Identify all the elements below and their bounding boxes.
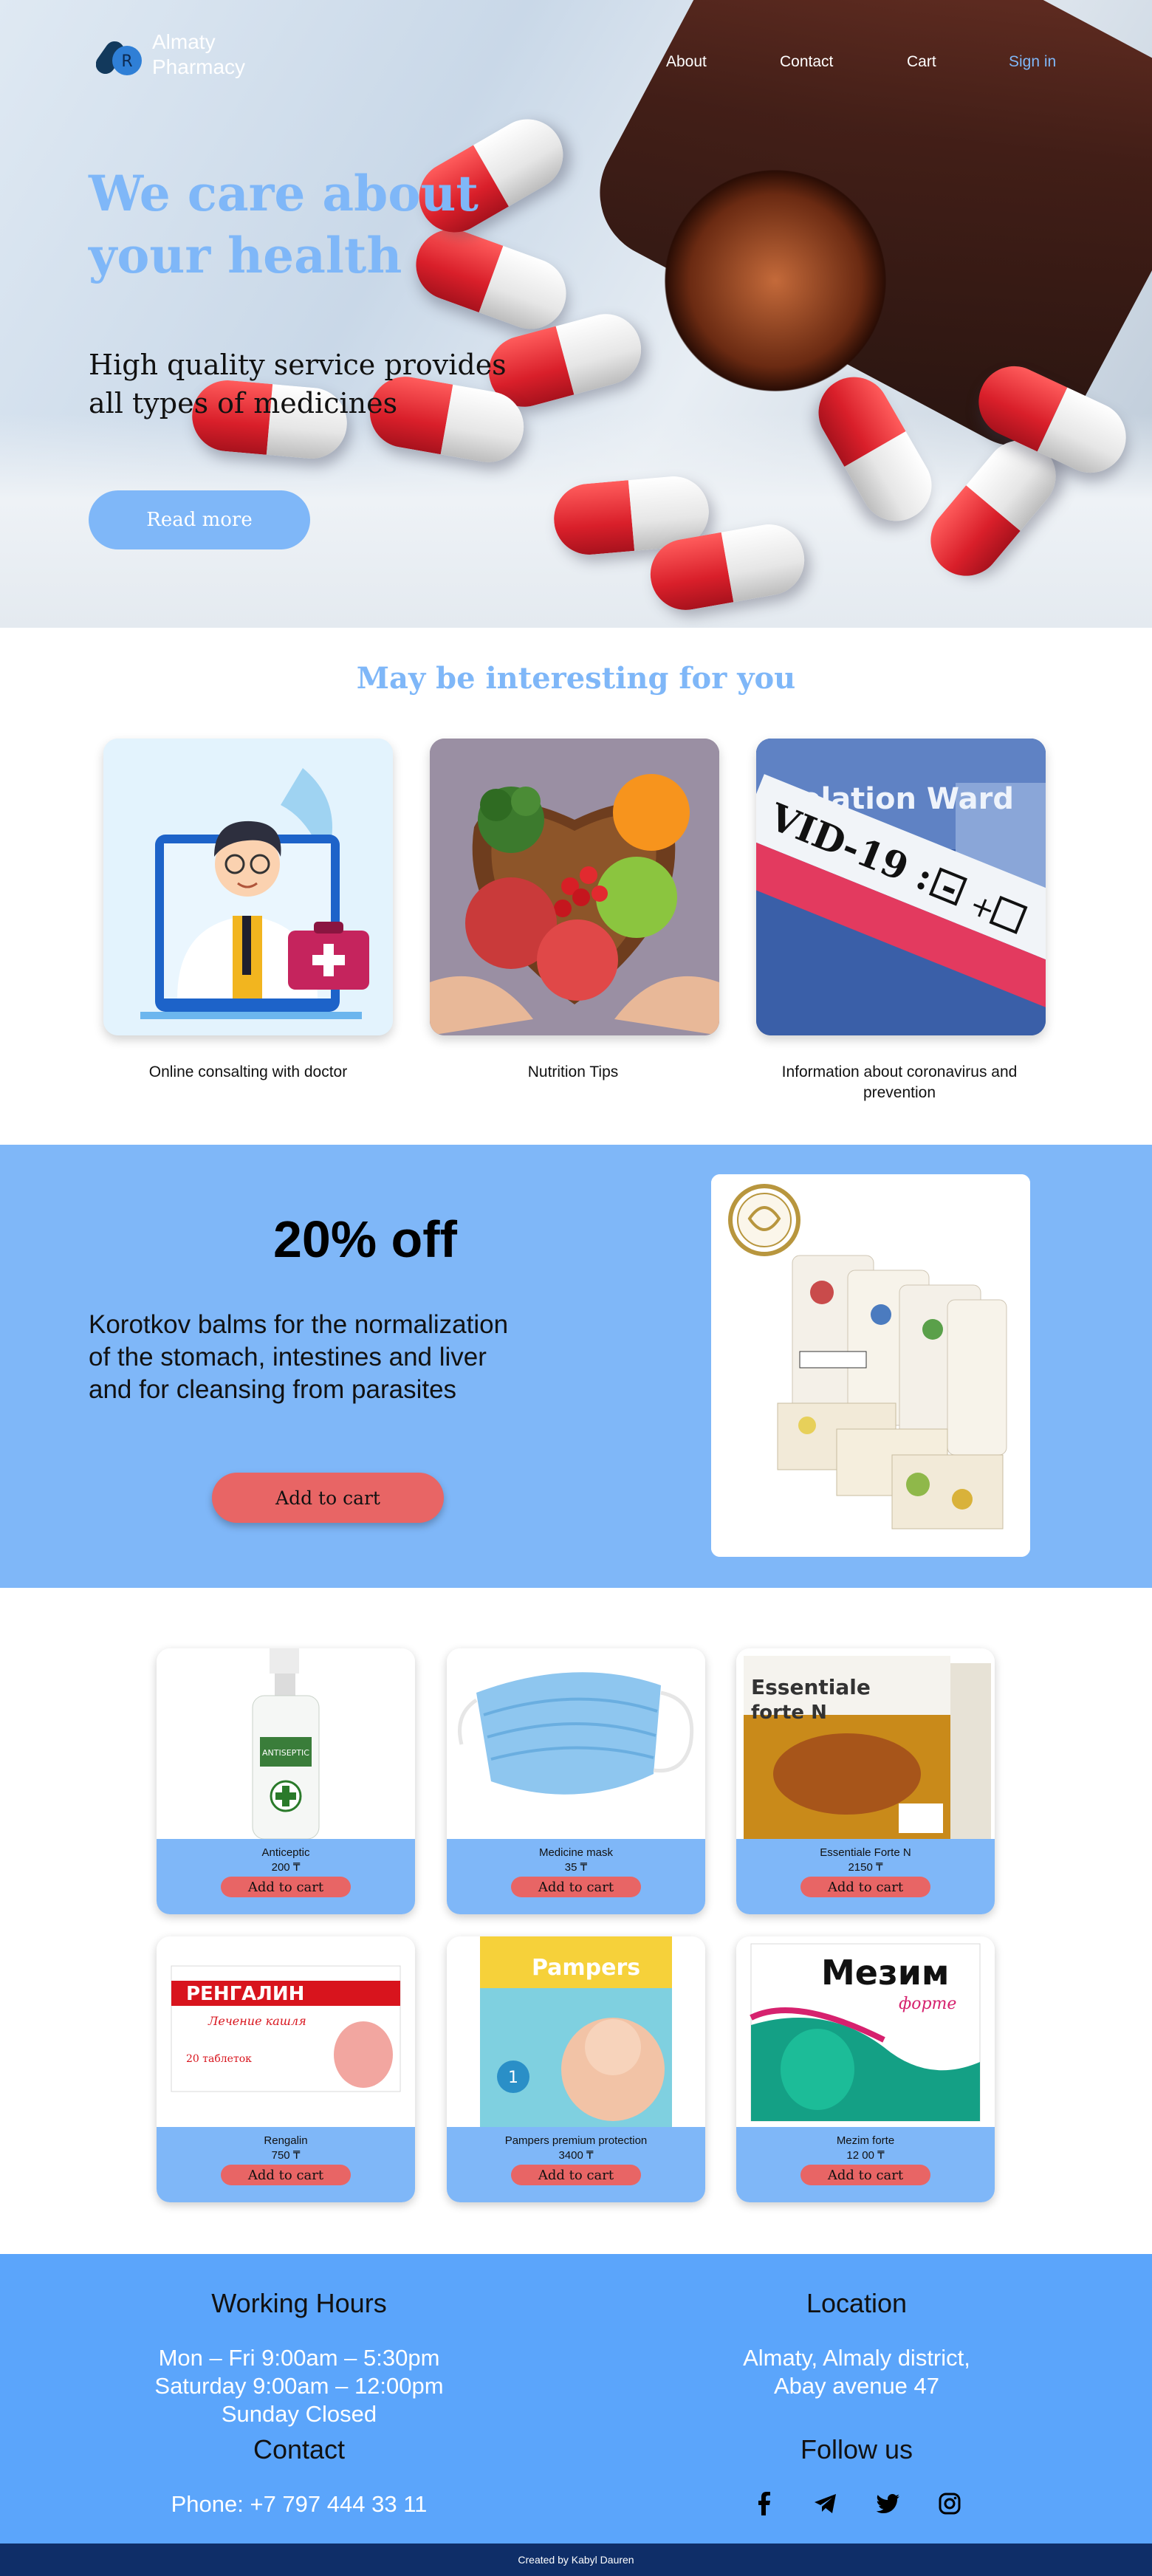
rengalin-count-label: 20 таблеток: [186, 2053, 252, 2065]
brand-name: Almaty Pharmacy: [152, 30, 245, 80]
brand-logo[interactable]: R Almaty Pharmacy: [95, 30, 245, 80]
interesting-card-doctor[interactable]: [103, 739, 393, 1035]
rengalin-brand-label: РЕНГАЛИН: [186, 1983, 304, 2005]
promo-add-to-cart-button[interactable]: Add to cart: [212, 1473, 444, 1523]
nav-cart-link[interactable]: Cart: [907, 53, 936, 71]
product-info: Anticeptic 200 ₸ Add to cart: [157, 1839, 415, 1914]
doctor-illustration: [103, 739, 393, 1035]
product-info: Rengalin 750 ₸ Add to cart: [157, 2127, 415, 2202]
balm-tubes-image: [711, 1174, 1030, 1557]
nav-signin-link[interactable]: Sign in: [1009, 53, 1056, 71]
promo-product-image: [711, 1174, 1030, 1557]
product-name: Pampers premium protection: [504, 2134, 648, 2147]
working-hours-line: Saturday 9:00am – 12:00pm: [154, 2373, 444, 2399]
product-card-anticeptic: ANTISEPTIC Anticeptic 200 ₸ Add to cart: [157, 1648, 415, 1914]
product-price: 12 00 ₸: [846, 2149, 885, 2162]
interesting-caption-coronavirus: Information about coronavirus and preven…: [781, 1063, 1018, 1101]
instagram-icon[interactable]: [936, 2490, 963, 2517]
essentiale-brand-label: Essentiale: [751, 1675, 871, 1699]
add-to-cart-button[interactable]: Add to cart: [221, 1877, 351, 1897]
working-hours-line: Mon – Fri 9:00am – 5:30pm: [158, 2345, 440, 2371]
svg-text:1: 1: [508, 2069, 518, 2087]
contact-title: Contact: [253, 2434, 346, 2464]
product-image-pampers: Pampers 1: [447, 1936, 705, 2127]
product-name: Anticeptic: [261, 1846, 310, 1859]
contact-phone: Phone: +7 797 444 33 11: [171, 2491, 428, 2517]
product-card-essentiale: Essentiale forte N Essentiale Forte N 21…: [736, 1648, 995, 1914]
product-name: Rengalin: [264, 2134, 308, 2147]
product-price: 35 ₸: [564, 1861, 588, 1874]
fruit-bowl-photo: [430, 739, 719, 1035]
product-card-medicine-mask: Medicine mask 35 ₸ Add to cart: [447, 1648, 705, 1914]
product-price: 200 ₸: [271, 1861, 301, 1874]
mezim-sub-label: форте: [899, 1995, 956, 2013]
promo-section: 20% off Korotkov balms for the normaliza…: [0, 1145, 1152, 1588]
product-name: Medicine mask: [538, 1846, 614, 1859]
add-to-cart-button[interactable]: Add to cart: [800, 2165, 930, 2185]
product-image-rengalin: РЕНГАЛИН Лечение кашля 20 таблеток: [157, 1936, 415, 2127]
read-more-button[interactable]: Read more: [89, 490, 310, 549]
product-card-rengalin: РЕНГАЛИН Лечение кашля 20 таблеток Renga…: [157, 1936, 415, 2202]
nav-contact-link[interactable]: Contact: [780, 53, 833, 71]
product-price: 2150 ₸: [848, 1861, 883, 1874]
product-image-mezim: Мезим форте: [736, 1936, 995, 2127]
brand-name-line1: Almaty: [152, 30, 216, 53]
location-line: Almaty, Almaly district,: [743, 2345, 970, 2371]
product-image-essentiale: Essentiale forte N: [736, 1648, 995, 1839]
product-info: Mezim forte 12 00 ₸ Add to cart: [736, 2127, 995, 2202]
product-price: 3400 ₸: [558, 2149, 594, 2162]
nav-about-link[interactable]: About: [666, 53, 707, 71]
site-footer: Working Hours Mon – Fri 9:00am – 5:30pm …: [0, 2254, 1152, 2544]
promo-description: Korotkov balms for the normalization of …: [89, 1310, 509, 1404]
hero-title: We care about your health: [89, 165, 479, 284]
product-name: Essentiale Forte N: [820, 1846, 911, 1859]
product-name: Mezim forte: [836, 2134, 895, 2147]
hero-bottle-opening: [665, 170, 886, 391]
top-nav: R Almaty Pharmacy About Contact Cart Sig…: [0, 0, 1152, 126]
location-title: Location: [806, 2288, 908, 2318]
credit-text: Created by Kabyl Dauren: [518, 2554, 634, 2566]
follow-us-title: Follow us: [800, 2434, 913, 2464]
product-info: Medicine mask 35 ₸ Add to cart: [447, 1839, 705, 1914]
facebook-icon[interactable]: [750, 2490, 777, 2517]
working-hours-line: Sunday Closed: [221, 2401, 377, 2427]
product-info: Essentiale Forte N 2150 ₸ Add to cart: [736, 1839, 995, 1914]
product-image-medicine-mask: [447, 1648, 705, 1839]
telegram-icon[interactable]: [812, 2490, 839, 2517]
svg-text:R: R: [121, 52, 132, 71]
hero-subtitle: High quality service provides all types …: [89, 349, 507, 419]
interesting-card-nutrition[interactable]: [430, 739, 719, 1035]
add-to-cart-button[interactable]: Add to cart: [511, 2165, 641, 2185]
interesting-caption-doctor: Online consalting with doctor: [148, 1063, 348, 1080]
product-card-pampers: Pampers 1 Pampers premium protection 340…: [447, 1936, 705, 2202]
twitter-icon[interactable]: [874, 2490, 901, 2517]
promo-title: 20% off: [273, 1210, 457, 1268]
svg-text:ANTISEPTIC: ANTISEPTIC: [262, 1748, 309, 1758]
add-to-cart-button[interactable]: Add to cart: [511, 1877, 641, 1897]
product-card-mezim: Мезим форте Mezim forte 12 00 ₸ Add to c…: [736, 1936, 995, 2202]
add-to-cart-button[interactable]: Add to cart: [221, 2165, 351, 2185]
credit-bar: Created by Kabyl Dauren: [0, 2544, 1152, 2576]
product-price: 750 ₸: [271, 2149, 301, 2162]
brand-name-line2: Pharmacy: [152, 55, 246, 78]
working-hours-title: Working Hours: [211, 2288, 387, 2318]
interesting-caption-nutrition: Nutrition Tips: [527, 1063, 619, 1080]
essentiale-sub-label: forte N: [751, 1702, 827, 1724]
pampers-brand-label: Pampers: [532, 1955, 640, 1981]
product-image-anticeptic: ANTISEPTIC: [157, 1648, 415, 1839]
interesting-section-title: May be interesting for you: [356, 661, 796, 696]
add-to-cart-button[interactable]: Add to cart: [800, 1877, 930, 1897]
location-line: Abay avenue 47: [773, 2373, 940, 2399]
product-info: Pampers premium protection 3400 ₸ Add to…: [447, 2127, 705, 2202]
rengalin-sub-label: Лечение кашля: [208, 2014, 306, 2028]
interesting-card-coronavirus[interactable]: olation Ward VID-19 : - +: [756, 739, 1046, 1035]
pill-logo-icon: R: [95, 30, 146, 80]
mezim-brand-label: Мезим: [821, 1953, 950, 1993]
covid-test-photo: olation Ward VID-19 : - +: [756, 739, 1046, 1035]
hero-section: R Almaty Pharmacy About Contact Cart Sig…: [0, 0, 1152, 628]
